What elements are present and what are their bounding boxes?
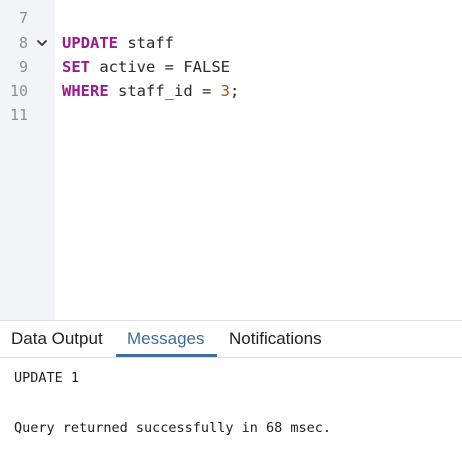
sql-keyword: UPDATE <box>62 34 118 52</box>
sql-keyword: SET <box>62 58 90 76</box>
sql-keyword: WHERE <box>62 82 109 100</box>
sql-text: ; <box>230 82 240 100</box>
sql-text: active = FALSE <box>90 58 230 76</box>
sql-editor[interactable]: 7 8 9 10 11 UPDATE staff SET active = FA… <box>0 0 462 320</box>
chevron-down-icon[interactable] <box>36 31 48 55</box>
code-line[interactable]: WHERE staff_id = 3; <box>62 79 239 103</box>
tab-data-output[interactable]: Data Output <box>11 321 103 357</box>
active-tab-indicator <box>116 354 217 357</box>
line-number: 11 <box>9 106 28 124</box>
sql-text: staff <box>118 34 174 52</box>
sql-number: 3 <box>220 82 230 100</box>
message-line: UPDATE 1 <box>14 370 80 386</box>
code-line[interactable]: SET active = FALSE <box>62 55 230 79</box>
line-number-gutter: 7 8 9 10 11 <box>0 0 55 320</box>
sql-text: staff_id = <box>108 82 221 100</box>
results-tab-bar: Data Output Messages Notifications <box>0 320 462 358</box>
line-number: 10 <box>9 82 28 100</box>
query-tool: 7 8 9 10 11 UPDATE staff SET active = FA… <box>0 0 462 449</box>
line-number: 7 <box>18 9 28 27</box>
message-line: Query returned successfully in 68 msec. <box>14 420 331 436</box>
tab-messages[interactable]: Messages <box>127 321 204 357</box>
line-number: 9 <box>18 58 28 76</box>
line-number: 8 <box>18 34 28 52</box>
tab-notifications[interactable]: Notifications <box>229 321 322 357</box>
code-line[interactable]: UPDATE staff <box>62 31 174 55</box>
messages-panel: UPDATE 1 Query returned successfully in … <box>0 358 462 449</box>
